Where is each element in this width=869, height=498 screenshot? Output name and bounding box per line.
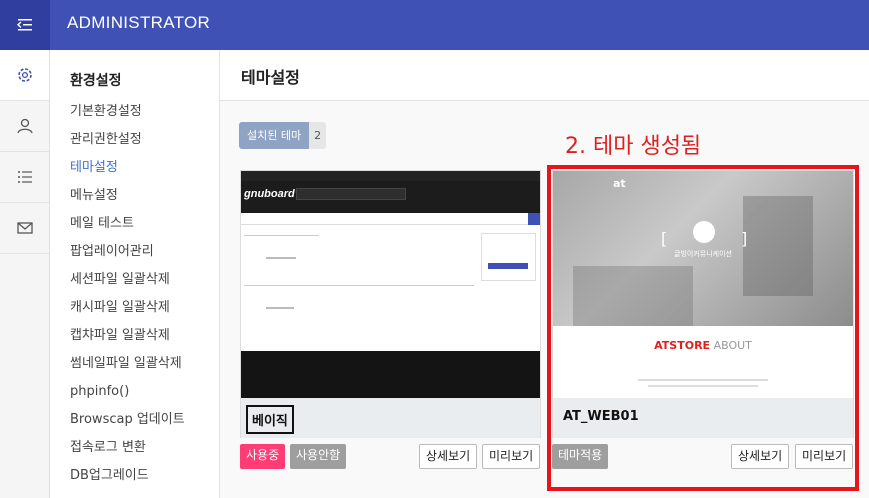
subnav-item-cache-delete[interactable]: 캐시파일 일괄삭제 — [70, 298, 185, 326]
config-subnav: 환경설정 기본환경설정 관리권한설정 테마설정 메뉴설정 메일 테스트 팝업레이… — [50, 50, 220, 498]
sidebar-item-boards[interactable] — [0, 152, 49, 203]
subnav-item-captcha-delete[interactable]: 캡챠파일 일괄삭제 — [70, 326, 185, 354]
mail-icon — [16, 222, 33, 234]
not-use-button[interactable]: 사용안함 — [290, 444, 347, 469]
menu-collapse-icon[interactable] — [0, 0, 50, 50]
subnav-item-db-upgrade[interactable]: DB업그레이드 — [70, 466, 185, 494]
page-title: 테마설정 — [241, 68, 300, 87]
subnav-item-thumb-delete[interactable]: 썸네일파일 일괄삭제 — [70, 354, 185, 382]
in-use-button[interactable]: 사용중 — [240, 444, 286, 469]
subnav-item-log-convert[interactable]: 접속로그 변환 — [70, 438, 185, 466]
theme-namebar: 베이직 — [241, 398, 540, 438]
subnav-item-session-delete[interactable]: 세션파일 일괄삭제 — [70, 270, 185, 298]
gear-icon — [17, 68, 32, 82]
preview-button[interactable]: 미리보기 — [482, 444, 541, 469]
subnav-item-theme[interactable]: 테마설정 — [70, 158, 185, 186]
theme-thumbnail-basic[interactable]: gnuboard — [241, 171, 540, 398]
icon-sidebar — [0, 50, 50, 498]
subnav-item-popup[interactable]: 팝업레이어관리 — [70, 242, 185, 270]
subnav-title: 환경설정 — [70, 73, 122, 89]
installed-themes-badge: 설치된 테마 2 — [239, 122, 327, 149]
detail-button[interactable]: 상세보기 — [419, 444, 478, 469]
annotation-highlight-box — [547, 165, 859, 491]
annotation-text: 2. 테마 생성됨 — [565, 134, 702, 159]
main-content: 테마설정 설치된 테마 2 2. 테마 생성됨 gnuboard 베이직 사용중 — [220, 50, 869, 498]
user-icon — [16, 118, 33, 134]
page-header: 테마설정 — [220, 50, 869, 101]
subnav-item-mail-test[interactable]: 메일 테스트 — [70, 214, 185, 242]
installed-themes-count: 2 — [309, 122, 327, 149]
theme-card-basic: gnuboard 베이직 — [240, 170, 541, 438]
subnav-item-phpinfo[interactable]: phpinfo() — [70, 382, 185, 410]
list-icon — [17, 171, 32, 183]
sidebar-item-members[interactable] — [0, 101, 49, 152]
thumb-logo: gnuboard — [244, 188, 295, 200]
subnav-item-browscap[interactable]: Browscap 업데이트 — [70, 410, 185, 438]
installed-themes-label: 설치된 테마 — [239, 122, 310, 149]
theme-name: 베이직 — [246, 405, 294, 434]
subnav-item-auth[interactable]: 관리권한설정 — [70, 130, 185, 158]
sidebar-item-config[interactable] — [0, 50, 49, 101]
sidebar-item-mail[interactable] — [0, 203, 49, 254]
subnav-item-menu[interactable]: 메뉴설정 — [70, 186, 185, 214]
subnav-item-basic-config[interactable]: 기본환경설정 — [70, 102, 185, 130]
app-title: ADMINISTRATOR — [67, 13, 211, 32]
top-bar: ADMINISTRATOR — [0, 0, 869, 50]
